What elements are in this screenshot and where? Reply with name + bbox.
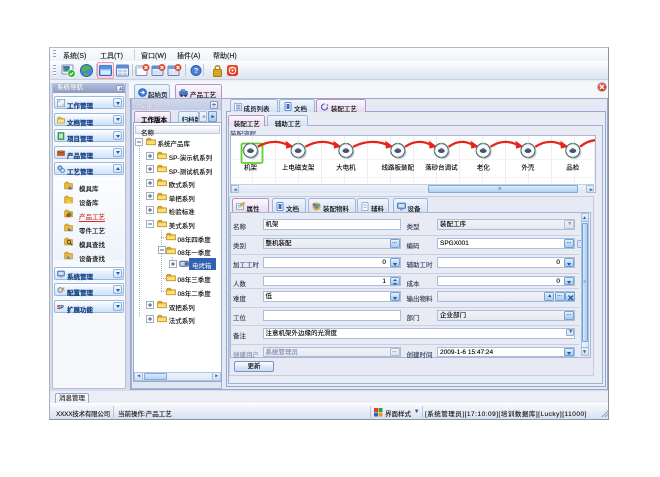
svg-text:大电机: 大电机: [336, 162, 356, 171]
svg-text:P: P: [60, 305, 64, 311]
svg-text:上电磁支架: 上电磁支架: [281, 162, 314, 171]
svg-text:机架: 机架: [244, 162, 258, 171]
svg-text:落砂台调试: 落砂台调试: [425, 162, 458, 171]
svg-text:外壳: 外壳: [521, 162, 535, 171]
svg-text:?: ?: [194, 66, 199, 75]
svg-text:线路板装配: 线路板装配: [381, 162, 414, 171]
svg-text:品检: 品检: [566, 162, 580, 171]
svg-text:老化: 老化: [476, 162, 490, 171]
